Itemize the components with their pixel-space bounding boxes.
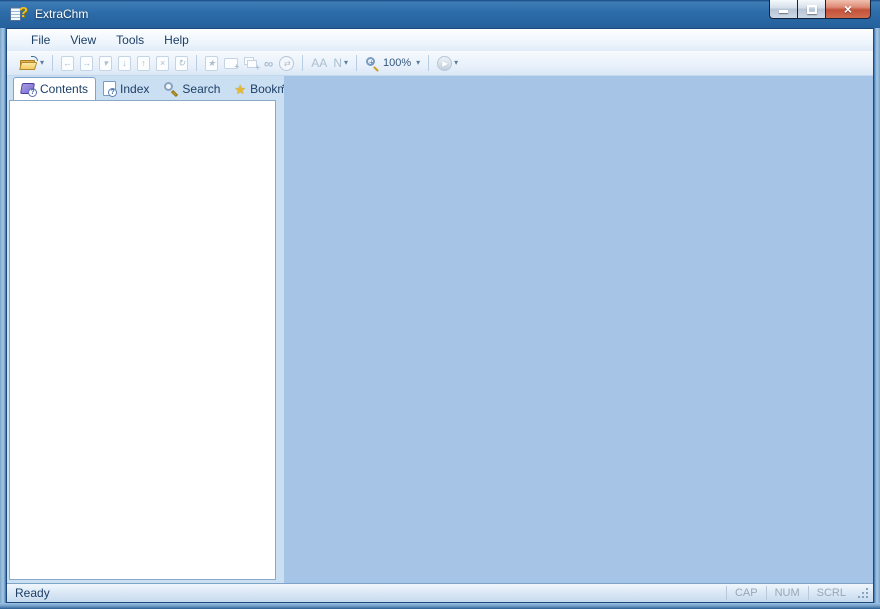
status-text: Ready [15,586,726,600]
maximize-button[interactable] [798,0,826,19]
font-size-icon: AA [311,57,327,69]
play-button[interactable]: ▶ ▾ [434,54,461,73]
previous-topic-button[interactable]: ↑ [134,54,153,73]
back-button[interactable]: ← [58,54,77,73]
toolbar-separator [52,55,53,71]
encoding-dropdown-caret[interactable]: ▾ [344,59,348,67]
close-icon: × [844,2,852,16]
window-bottom-border [0,603,880,609]
find-button[interactable]: ∞ [261,55,276,72]
open-button[interactable]: ▾ [16,54,47,72]
encoding-icon: N [333,57,342,69]
resize-grip[interactable] [857,587,870,600]
add-panel-button[interactable]: + [221,56,241,71]
toolbar-separator [302,55,303,71]
toolbar-separator [356,55,357,71]
tab-search[interactable]: Search [156,78,227,100]
app-icon: ? [10,6,28,23]
zoom-button[interactable]: + 100% ▾ [362,54,423,73]
zoom-dropdown-caret[interactable]: ▾ [416,59,420,67]
scroll-lock-indicator: SCRL [808,586,854,600]
tab-contents[interactable]: ? Contents [13,77,96,100]
next-topic-button[interactable]: ↓ [115,54,134,73]
refresh-page-icon: ↻ [175,56,188,71]
new-window-button[interactable]: + [241,55,261,71]
menubar: File View Tools Help [7,29,873,51]
tab-index[interactable]: ? Index [96,78,156,100]
windows-plus-icon: + [244,57,258,69]
close-page-icon: × [156,56,169,71]
caps-lock-indicator: CAP [726,586,766,600]
play-icon: ▶ [437,56,452,71]
add-bookmark-button[interactable]: ★ [202,54,221,73]
sync-pages-icon: ⇄ [279,56,294,71]
window-title: ExtraChm [35,7,88,21]
star-page-icon: ★ [205,56,218,71]
window-controls: × [769,0,871,19]
forward-button[interactable]: → [77,54,96,73]
down-page-icon: ↓ [118,56,131,71]
zoom-level: 100% [383,57,411,69]
workspace: ? Contents ? Index Search [7,76,873,583]
page-question-icon: ? [103,81,116,96]
num-lock-indicator: NUM [766,586,808,600]
tab-contents-label: Contents [40,82,88,96]
menu-help[interactable]: Help [154,30,199,50]
panel-plus-icon: + [224,58,238,69]
tab-search-label: Search [182,82,220,96]
statusbar: Ready CAP NUM SCRL [7,583,873,602]
close-page-button[interactable]: × [153,54,172,73]
close-button[interactable]: × [826,0,871,19]
client-area: File View Tools Help ▾ ← → ▾ ↓ [6,28,874,603]
encoding-button[interactable]: N ▾ [330,55,351,71]
book-help-icon: ? [21,83,36,95]
titlebar[interactable]: ? ExtraChm × [0,0,880,28]
binoculars-icon: ∞ [264,57,273,70]
zoom-in-icon: + [365,56,380,71]
maximize-icon [807,5,817,14]
menu-view[interactable]: View [60,30,106,50]
stop-page-icon: ▾ [99,56,112,71]
play-dropdown-caret[interactable]: ▾ [454,59,458,67]
star-icon: ★ [234,83,246,96]
sync-button[interactable]: ⇄ [276,54,297,73]
refresh-button[interactable]: ↻ [172,54,191,73]
forward-page-icon: → [80,56,93,71]
font-size-button[interactable]: AA [308,55,330,71]
document-view [284,76,873,583]
toolbar: ▾ ← → ▾ ↓ ↑ × ↻ [7,51,873,76]
back-page-icon: ← [61,56,74,71]
stop-button[interactable]: ▾ [96,54,115,73]
tab-bar: ? Contents ? Index Search [7,76,284,100]
toolbar-separator [196,55,197,71]
toolbar-separator [428,55,429,71]
menu-file[interactable]: File [21,30,60,50]
app-icon-question: ? [19,4,28,21]
open-dropdown-caret[interactable]: ▾ [40,59,44,67]
menu-tools[interactable]: Tools [106,30,154,50]
up-page-icon: ↑ [137,56,150,71]
contents-tree-panel[interactable] [9,100,276,580]
minimize-button[interactable] [769,0,798,19]
app-window: ? ExtraChm × File View Tools Help [0,0,880,609]
open-folder-icon [19,56,38,70]
tab-index-label: Index [120,82,149,96]
magnifier-icon [163,81,178,96]
minimize-icon [779,10,788,13]
